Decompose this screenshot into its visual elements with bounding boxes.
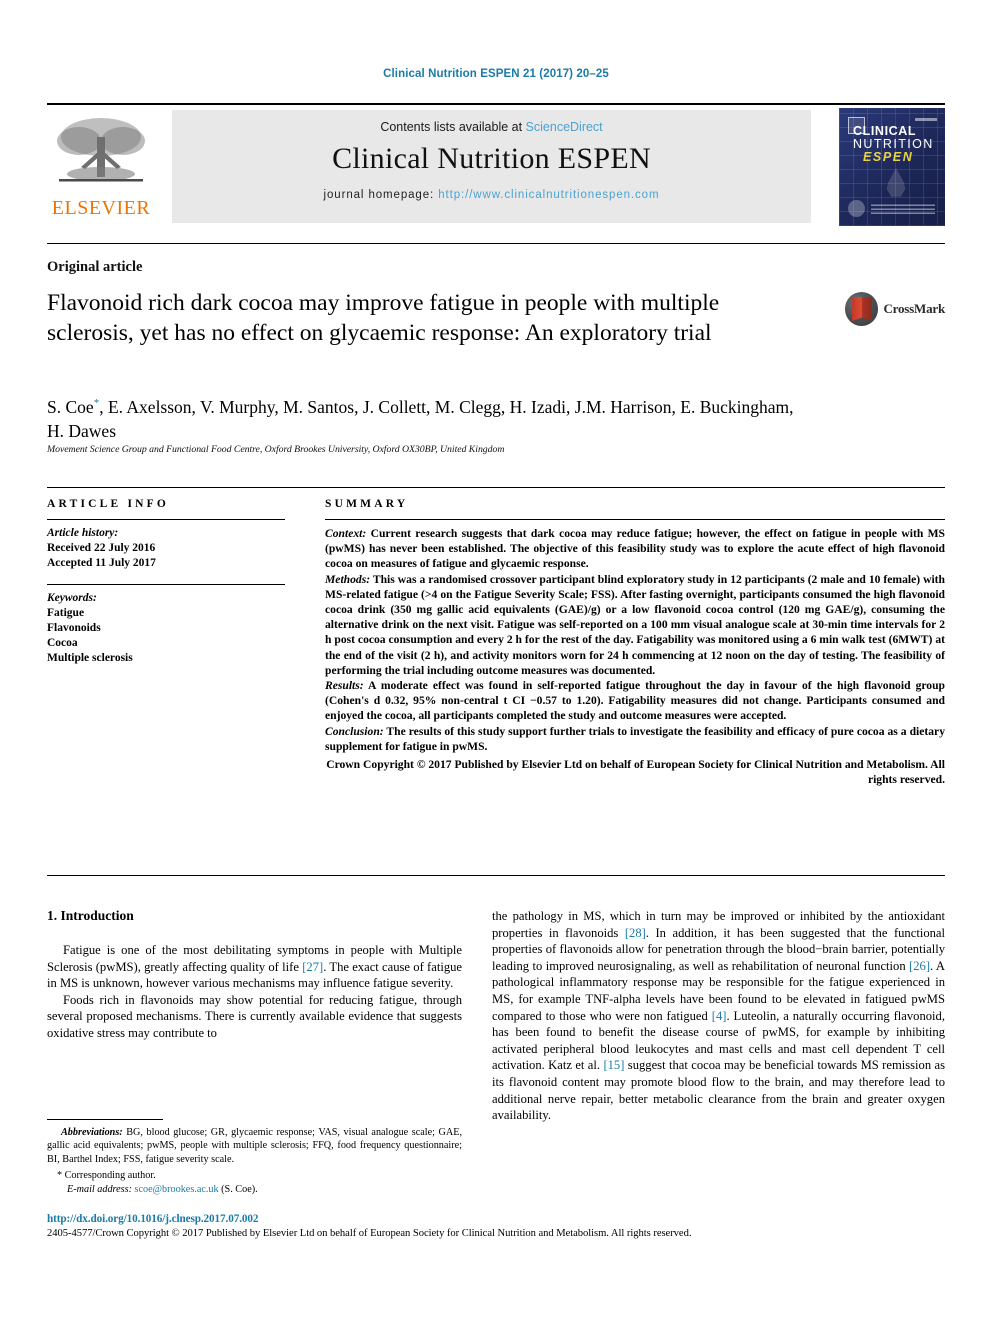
article-info-column: ARTICLE INFO Article history: Received 2…: [47, 498, 285, 666]
keyword-item: Fatigue: [47, 607, 85, 619]
corresponding-author-text: Corresponding author.: [64, 1170, 156, 1182]
journal-cover-thumbnail: CLINICAL NUTRITION ESPEN: [839, 108, 945, 226]
homepage-label: journal homepage:: [323, 189, 435, 201]
summary-rule: [325, 519, 945, 520]
elsevier-tree-icon: [57, 118, 145, 182]
cover-title-block: CLINICAL NUTRITION ESPEN: [853, 125, 934, 164]
corresponding-author-marker: *: [57, 1170, 63, 1182]
summary-results-label: Results:: [325, 679, 364, 693]
article-info-heading: ARTICLE INFO: [47, 498, 170, 510]
body-paragraph: the pathology in MS, which in turn may b…: [492, 908, 945, 1124]
summary-methods-text: This was a randomised crossover particip…: [325, 572, 945, 677]
summary-results-paragraph: Results: A moderate effect was found in …: [325, 678, 945, 724]
issn-copyright-line: 2405-4577/Crown Copyright © 2017 Publish…: [47, 1228, 692, 1239]
paragraph-text: Foods rich in flavonoids may show potent…: [47, 992, 462, 1040]
masthead-bottom-rule: [47, 243, 945, 244]
keyword-item: Multiple sclerosis: [47, 652, 133, 664]
affiliation: Movement Science Group and Functional Fo…: [47, 444, 505, 455]
article-history-received: Received 22 July 2016: [47, 542, 156, 554]
sciencedirect-link[interactable]: ScienceDirect: [526, 120, 603, 134]
reference-marker[interactable]: [27]: [302, 960, 323, 974]
reference-marker[interactable]: [26]: [909, 959, 930, 973]
article-history-label: Article history:: [47, 527, 119, 539]
summary-heading: SUMMARY: [325, 498, 409, 510]
homepage-url-link[interactable]: http://www.clinicalnutritionespen.com: [438, 189, 659, 201]
journal-masthead: ELSEVIER Contents lists available at Sci…: [47, 103, 945, 230]
page-title: Flavonoid rich dark cocoa may improve fa…: [47, 290, 720, 346]
body-left-column: 1. Introduction Fatigue is one of the mo…: [47, 908, 462, 1042]
author-list: S. Coe*, E. Axelsson, V. Murphy, M. Sant…: [47, 391, 807, 443]
abbreviations-label: Abbreviations:: [61, 1127, 123, 1138]
crossmark-label: CrossMark: [883, 301, 945, 316]
keyword-item: Cocoa: [47, 637, 78, 649]
email-note: E-mail address: scoe@brookes.ac.uk (S. C…: [47, 1183, 462, 1196]
summary-context-label: Context:: [325, 527, 367, 540]
elsevier-wordmark: ELSEVIER: [51, 197, 151, 219]
reference-marker[interactable]: [15]: [603, 1058, 624, 1072]
paragraph-text: the pathology in MS, which in turn may b…: [492, 909, 946, 1123]
keywords-rule: [47, 584, 285, 585]
crossmark-icon: [845, 292, 879, 326]
paper-page: Clinical Nutrition ESPEN 21 (2017) 20–25: [0, 0, 992, 1323]
body-top-rule: [47, 875, 945, 876]
corresponding-author-note: * Corresponding author.: [47, 1169, 462, 1182]
article-info-rule: [47, 519, 285, 520]
summary-results-text: A moderate effect was found in self-repo…: [325, 679, 945, 723]
email-link[interactable]: scoe@brookes.ac.uk: [135, 1184, 219, 1195]
footnote-block: Abbreviations: BG, blood glucose; GR, gl…: [47, 1126, 462, 1196]
author-first: S. Coe: [47, 396, 94, 417]
summary-conclusion-text: The results of this study support furthe…: [325, 724, 945, 753]
journal-homepage-line: journal homepage: http://www.clinicalnut…: [172, 189, 811, 201]
summary-context-text: Current research suggests that dark coco…: [325, 527, 945, 571]
email-label: E-mail address:: [67, 1183, 132, 1195]
summary-methods-paragraph: Methods: This was a randomised crossover…: [325, 572, 945, 678]
cover-footer-text-block: [871, 204, 935, 214]
body-right-column: the pathology in MS, which in turn may b…: [492, 908, 945, 1124]
section-heading-introduction: 1. Introduction: [47, 908, 134, 923]
contents-available-line: Contents lists available at ScienceDirec…: [172, 110, 811, 134]
journal-title: Clinical Nutrition ESPEN: [332, 142, 651, 175]
doi-link[interactable]: http://dx.doi.org/10.1016/j.clnesp.2017.…: [47, 1213, 945, 1225]
article-type-label: Original article: [47, 259, 143, 275]
summary-column: SUMMARY Context: Current research sugges…: [325, 498, 945, 787]
body-paragraph: Foods rich in flavonoids may show potent…: [47, 992, 462, 1042]
author-rest: , E. Axelsson, V. Murphy, M. Santos, J. …: [47, 396, 794, 441]
summary-conclusion-paragraph: Conclusion: The results of this study su…: [325, 724, 945, 754]
cover-topcode: [915, 118, 937, 121]
page-footer: http://dx.doi.org/10.1016/j.clnesp.2017.…: [47, 1213, 945, 1239]
keywords-label: Keywords:: [47, 592, 97, 604]
summary-copyright: Crown Copyright © 2017 Published by Else…: [326, 758, 945, 787]
elsevier-logo: ELSEVIER: [49, 111, 153, 223]
article-history-accepted: Accepted 11 July 2017: [47, 557, 156, 569]
abbreviations-note: Abbreviations: BG, blood glucose; GR, gl…: [47, 1126, 462, 1166]
summary-conclusion-label: Conclusion:: [325, 724, 384, 738]
summary-context-paragraph: Context: Current research suggests that …: [325, 526, 945, 572]
email-owner: (S. Coe).: [221, 1183, 258, 1195]
masthead-center-band: Contents lists available at ScienceDirec…: [172, 110, 811, 223]
summary-methods-label: Methods:: [325, 572, 371, 586]
footnote-rule: [47, 1119, 163, 1120]
keyword-item: Flavonoids: [47, 622, 101, 634]
running-head: Clinical Nutrition ESPEN 21 (2017) 20–25: [383, 68, 609, 80]
paragraph-text: Fatigue is one of the most debilitating …: [47, 943, 462, 991]
cover-society-seal-icon: [848, 200, 865, 217]
reference-marker[interactable]: [4]: [712, 1009, 727, 1023]
info-top-rule: [47, 487, 945, 488]
cover-title-line3: ESPEN: [863, 150, 914, 164]
crossmark-badge[interactable]: CrossMark: [845, 292, 945, 332]
body-paragraph: Fatigue is one of the most debilitating …: [47, 942, 462, 992]
reference-marker[interactable]: [28]: [625, 926, 646, 940]
contents-prefix: Contents lists available at: [380, 120, 526, 134]
